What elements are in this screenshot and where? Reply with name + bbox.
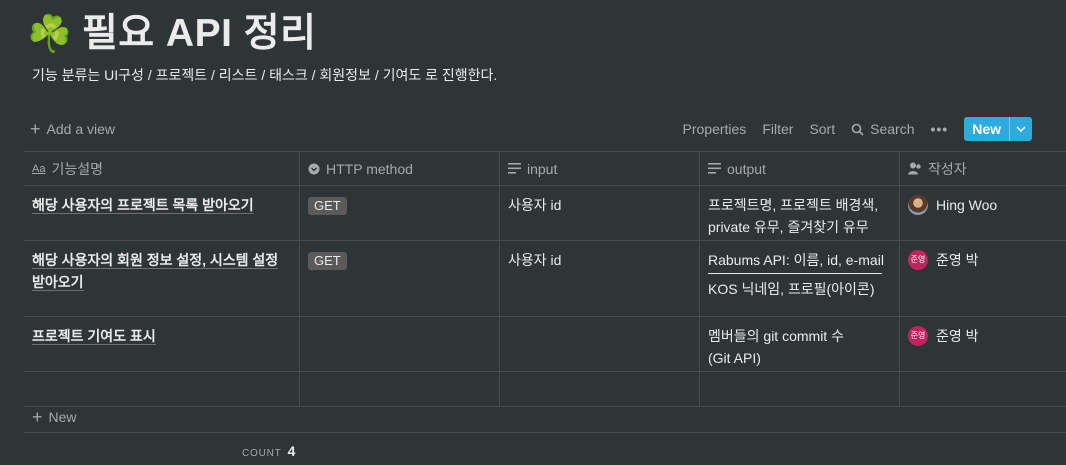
search-label: Search xyxy=(870,121,915,137)
search-icon xyxy=(851,123,864,136)
cell-output[interactable]: 프로젝트명, 프로젝트 배경색, private 유무, 즐겨찾기 유무 xyxy=(700,186,900,240)
shamrock-icon[interactable]: ☘️ xyxy=(27,10,72,58)
output-line: (Git API) xyxy=(708,350,761,366)
sort-button[interactable]: Sort xyxy=(809,121,835,137)
select-property-icon xyxy=(308,163,320,174)
row-title[interactable]: 프로젝트 기여도 표시 xyxy=(32,328,156,345)
cell-author[interactable]: 준영 준영 박 xyxy=(900,317,1066,371)
cell-http-method[interactable] xyxy=(300,372,500,406)
row-title[interactable]: 해당 사용자의 프로젝트 목록 받아오기 xyxy=(32,197,254,214)
cell-input[interactable]: 사용자 id xyxy=(500,186,700,240)
new-row-label: New xyxy=(48,409,77,425)
person-chip: 준영 준영 박 xyxy=(908,325,1058,347)
row-title[interactable]: 해당 사용자의 회원 정보 설정, 시스템 설정 받아오기 xyxy=(32,252,279,291)
page-title[interactable]: 필요 API 정리 xyxy=(82,8,317,60)
text-property-icon xyxy=(508,163,521,174)
database-table: Aa 기능설명 HTTP method input output 작성자 해당 … xyxy=(24,151,1066,407)
column-header-http-method[interactable]: HTTP method xyxy=(300,152,500,185)
cell-output[interactable]: 멤버들의 git commit 수 (Git API) xyxy=(700,317,900,371)
cell-author[interactable]: 준영 준영 박 xyxy=(900,241,1066,316)
column-label: output xyxy=(727,160,766,177)
cell-author[interactable] xyxy=(900,372,1066,406)
column-label: HTTP method xyxy=(326,160,413,177)
cell-input[interactable] xyxy=(500,372,700,406)
cell-output[interactable] xyxy=(700,372,900,406)
cell-http-method[interactable]: GET xyxy=(300,186,500,240)
column-label: 작성자 xyxy=(928,160,967,177)
output-line: KOS 닉네임, 프로필(아이콘) xyxy=(708,281,875,297)
filter-button[interactable]: Filter xyxy=(762,121,793,137)
input-text: 사용자 id xyxy=(508,252,562,268)
count-value: 4 xyxy=(287,443,296,459)
page-description[interactable]: 기능 분류는 UI구성 / 프로젝트 / 리스트 / 태스크 / 회원정보 / … xyxy=(32,65,497,85)
plus-icon: + xyxy=(30,119,41,139)
title-property-icon: Aa xyxy=(32,162,46,175)
database-page: ☘️ 필요 API 정리 기능 분류는 UI구성 / 프로젝트 / 리스트 / … xyxy=(0,0,1066,465)
text-property-icon xyxy=(708,163,721,174)
more-options-icon[interactable]: ••• xyxy=(930,121,948,137)
avatar: 준영 xyxy=(908,250,928,270)
table-row[interactable]: 해당 사용자의 프로젝트 목록 받아오기 GET 사용자 id 프로젝트명, 프… xyxy=(24,186,1066,241)
table-row[interactable]: 해당 사용자의 회원 정보 설정, 시스템 설정 받아오기 GET 사용자 id… xyxy=(24,241,1066,317)
column-header-output[interactable]: output xyxy=(700,152,900,185)
column-label: input xyxy=(527,160,558,177)
new-button-label[interactable]: New xyxy=(964,117,1009,141)
output-line: Rabums API: 이름, id, e-mail xyxy=(708,252,884,268)
cell-description[interactable]: 해당 사용자의 프로젝트 목록 받아오기 xyxy=(24,186,300,240)
count-footer[interactable]: COUNT 4 xyxy=(242,443,295,459)
cell-output[interactable]: Rabums API: 이름, id, e-mail KOS 닉네임, 프로필(… xyxy=(700,241,900,316)
column-header-description[interactable]: Aa 기능설명 xyxy=(24,152,300,185)
cell-description[interactable]: 해당 사용자의 회원 정보 설정, 시스템 설정 받아오기 xyxy=(24,241,300,316)
cell-http-method[interactable] xyxy=(300,317,500,371)
column-header-input[interactable]: input xyxy=(500,152,700,185)
method-tag: GET xyxy=(308,197,347,215)
person-chip: 준영 준영 박 xyxy=(908,249,1058,271)
output-divider xyxy=(708,273,882,274)
properties-button[interactable]: Properties xyxy=(683,121,747,137)
add-view-button[interactable]: + Add a view xyxy=(24,119,115,139)
person-property-icon xyxy=(908,162,921,175)
author-name: 준영 박 xyxy=(936,328,979,344)
toolbar-actions: Properties Filter Sort Search ••• New xyxy=(683,117,1032,141)
avatar: 준영 xyxy=(908,326,928,346)
count-label: COUNT xyxy=(242,448,282,459)
page-header: ☘️ 필요 API 정리 xyxy=(27,8,317,60)
output-line: 멤버들의 git commit 수 xyxy=(708,328,844,344)
search-button[interactable]: Search xyxy=(851,121,914,137)
cell-description[interactable] xyxy=(24,372,300,406)
table-header: Aa 기능설명 HTTP method input output 작성자 xyxy=(24,152,1066,186)
new-row-button[interactable]: + New xyxy=(24,402,1066,433)
method-tag: GET xyxy=(308,252,347,270)
column-header-author[interactable]: 작성자 xyxy=(900,152,1066,185)
output-line: private 유무, 즐겨찾기 유무 xyxy=(708,219,869,235)
column-label: 기능설명 xyxy=(51,160,103,177)
cell-input[interactable] xyxy=(500,317,700,371)
add-view-label: Add a view xyxy=(46,121,115,137)
cell-input[interactable]: 사용자 id xyxy=(500,241,700,316)
cell-description[interactable]: 프로젝트 기여도 표시 xyxy=(24,317,300,371)
chevron-down-icon[interactable] xyxy=(1009,117,1032,141)
cell-author[interactable]: Hing Woo xyxy=(900,186,1066,240)
table-row[interactable]: 프로젝트 기여도 표시 멤버들의 git commit 수 (Git API) … xyxy=(24,317,1066,372)
person-chip: Hing Woo xyxy=(908,194,1058,216)
avatar xyxy=(908,195,928,215)
author-name: Hing Woo xyxy=(936,197,998,213)
cell-http-method[interactable]: GET xyxy=(300,241,500,316)
database-toolbar: + Add a view Properties Filter Sort Sear… xyxy=(24,116,1032,142)
plus-icon: + xyxy=(32,407,43,427)
output-line: 프로젝트명, 프로젝트 배경색, xyxy=(708,197,879,213)
new-button[interactable]: New xyxy=(964,117,1032,141)
author-name: 준영 박 xyxy=(936,252,979,268)
input-text: 사용자 id xyxy=(508,197,562,213)
